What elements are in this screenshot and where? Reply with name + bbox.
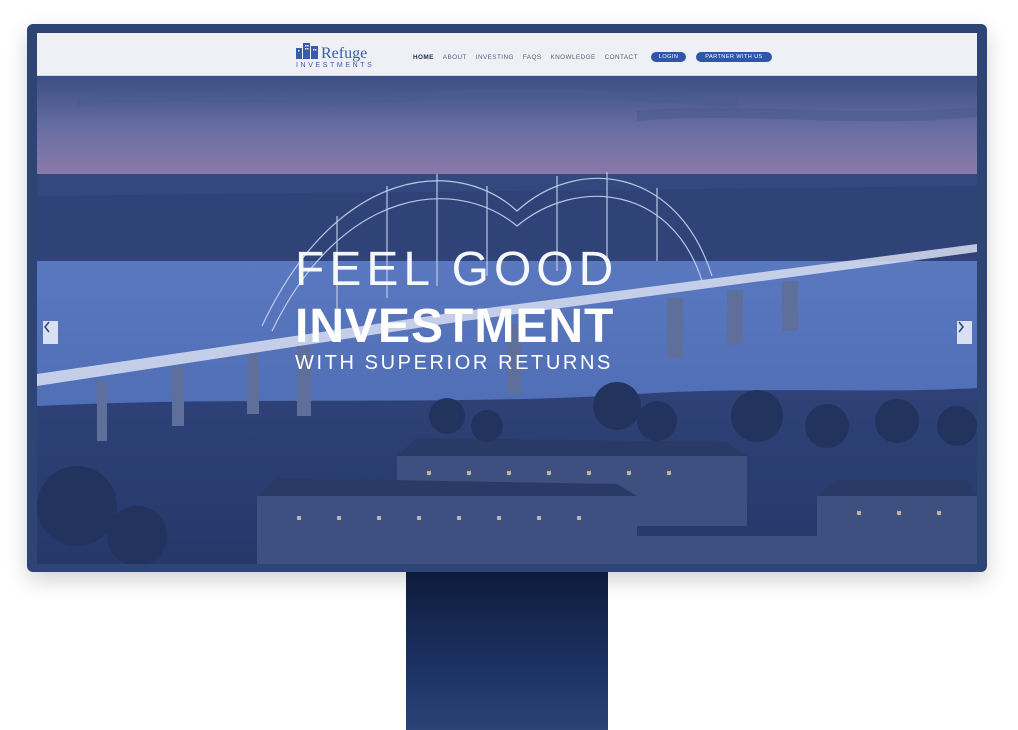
nav-investing[interactable]: INVESTING [476,54,514,61]
hero-heading-line1: FEEL GOOD [295,243,619,296]
monitor-stand [406,572,608,730]
site-header: Refuge INVESTMENTS HOME ABOUT INVESTING … [37,33,977,76]
website-screen: Refuge INVESTMENTS HOME ABOUT INVESTING … [37,33,977,564]
buildings-logo-icon [296,43,318,59]
logo-subtitle: INVESTMENTS [296,62,375,69]
nav-home[interactable]: HOME [413,54,434,61]
hero-subheading: WITH SUPERIOR RETURNS [295,352,613,374]
hero-slider: FEEL GOOD INVESTMENT WITH SUPERIOR RETUR… [37,76,977,564]
nav-about[interactable]: ABOUT [443,54,467,61]
partner-with-us-button[interactable]: PARTNER WITH US [696,52,772,62]
chevron-right-icon [958,321,965,333]
nav-knowledge[interactable]: KNOWLEDGE [551,54,596,61]
monitor-frame: Refuge INVESTMENTS HOME ABOUT INVESTING … [27,24,987,572]
site-logo[interactable]: Refuge INVESTMENTS [295,39,375,71]
slider-prev-button[interactable] [43,321,58,344]
hero-heading-line2: INVESTMENT [295,300,615,353]
main-nav: HOME ABOUT INVESTING FAQS KNOWLEDGE CONT… [413,52,778,62]
login-button[interactable]: LOGIN [650,52,687,62]
chevron-left-icon [43,321,50,333]
nav-faqs[interactable]: FAQS [523,54,542,61]
nav-contact[interactable]: CONTACT [605,54,638,61]
logo-name: Refuge [321,45,368,62]
slider-next-button[interactable] [957,321,972,344]
